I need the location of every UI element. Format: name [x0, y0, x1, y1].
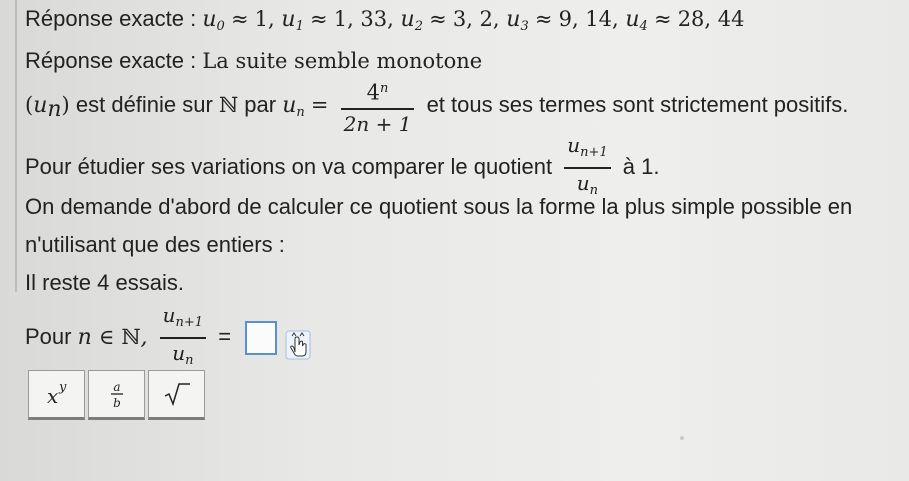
answer-line: Pour n ∈ ℕ, un+1 un = — [25, 302, 311, 374]
exact-values-line: Réponse exacte : u0 ≈ 1, u1 ≈ 1, 33, u2 … — [25, 6, 745, 34]
u2-value: 3, 2 — [452, 7, 493, 31]
exact-values-label: Réponse exacte : — [25, 6, 197, 31]
power-button[interactable]: x y — [28, 370, 85, 420]
sqrt-icon — [164, 383, 190, 407]
exact-monotone-text: La suite semble monotone — [202, 49, 483, 73]
equals-sign: = — [218, 323, 232, 349]
u1-term: u1 — [281, 7, 304, 34]
u3-term: u3 — [506, 7, 529, 34]
u0-term: u0 — [202, 7, 225, 34]
exact-monotone-line: Réponse exacte : La suite semble monoton… — [25, 48, 482, 74]
u2-term: u2 — [400, 7, 423, 34]
u4-term: u4 — [625, 7, 648, 34]
svg-text:a: a — [113, 380, 120, 394]
u1-value: 1, 33 — [333, 7, 388, 31]
n-in-N: n ∈ ℕ, — [77, 324, 148, 350]
answer-quotient-fraction: un+1 un — [159, 302, 207, 374]
approx-symbol: ≈ — [230, 7, 249, 31]
natural-set: ℕ — [218, 93, 239, 118]
power-icon: x y — [47, 380, 67, 408]
formula-numerator: 4 — [366, 80, 381, 105]
definition-prefix: est définie sur — [75, 92, 213, 118]
math-toolbar: x y a b — [28, 370, 208, 420]
formula-numerator-exp: n — [380, 81, 389, 96]
sqrt-button[interactable] — [148, 370, 205, 420]
svg-text:y: y — [58, 380, 67, 395]
hand-cursor-icon — [285, 323, 311, 360]
sequence-symbol: (un) — [25, 93, 70, 123]
fraction-button[interactable]: a b — [88, 370, 145, 420]
u4-value: 28, 44 — [677, 7, 745, 31]
attempts-remaining: Il reste 4 essais. — [25, 270, 184, 295]
exact-monotone-label: Réponse exacte : — [25, 48, 197, 73]
left-margin-rule — [15, 0, 17, 292]
definition-par: par — [244, 92, 277, 118]
u3-value: 9, 14 — [558, 7, 613, 31]
pour-label: Pour — [25, 323, 72, 349]
svg-text:x: x — [47, 384, 58, 408]
un-term: un — [282, 93, 305, 121]
instruction-line-1: On demande d'abord de calculer ce quotie… — [25, 194, 853, 219]
quotient-sentence: Pour étudier ses variations on va compar… — [25, 153, 553, 179]
screen-smudge — [680, 436, 684, 440]
quotient-suffix: à 1. — [622, 153, 660, 179]
u0-value: 1 — [254, 7, 269, 31]
answer-input[interactable] — [245, 321, 278, 355]
svg-text:b: b — [113, 396, 121, 410]
definition-suffix: et tous ses termes sont strictement posi… — [426, 92, 849, 118]
sequence-formula: 4n 2n + 1 — [340, 76, 415, 137]
instruction-line-2: n'utilisant que des entiers : — [25, 232, 285, 257]
fraction-icon: a b — [110, 380, 123, 410]
